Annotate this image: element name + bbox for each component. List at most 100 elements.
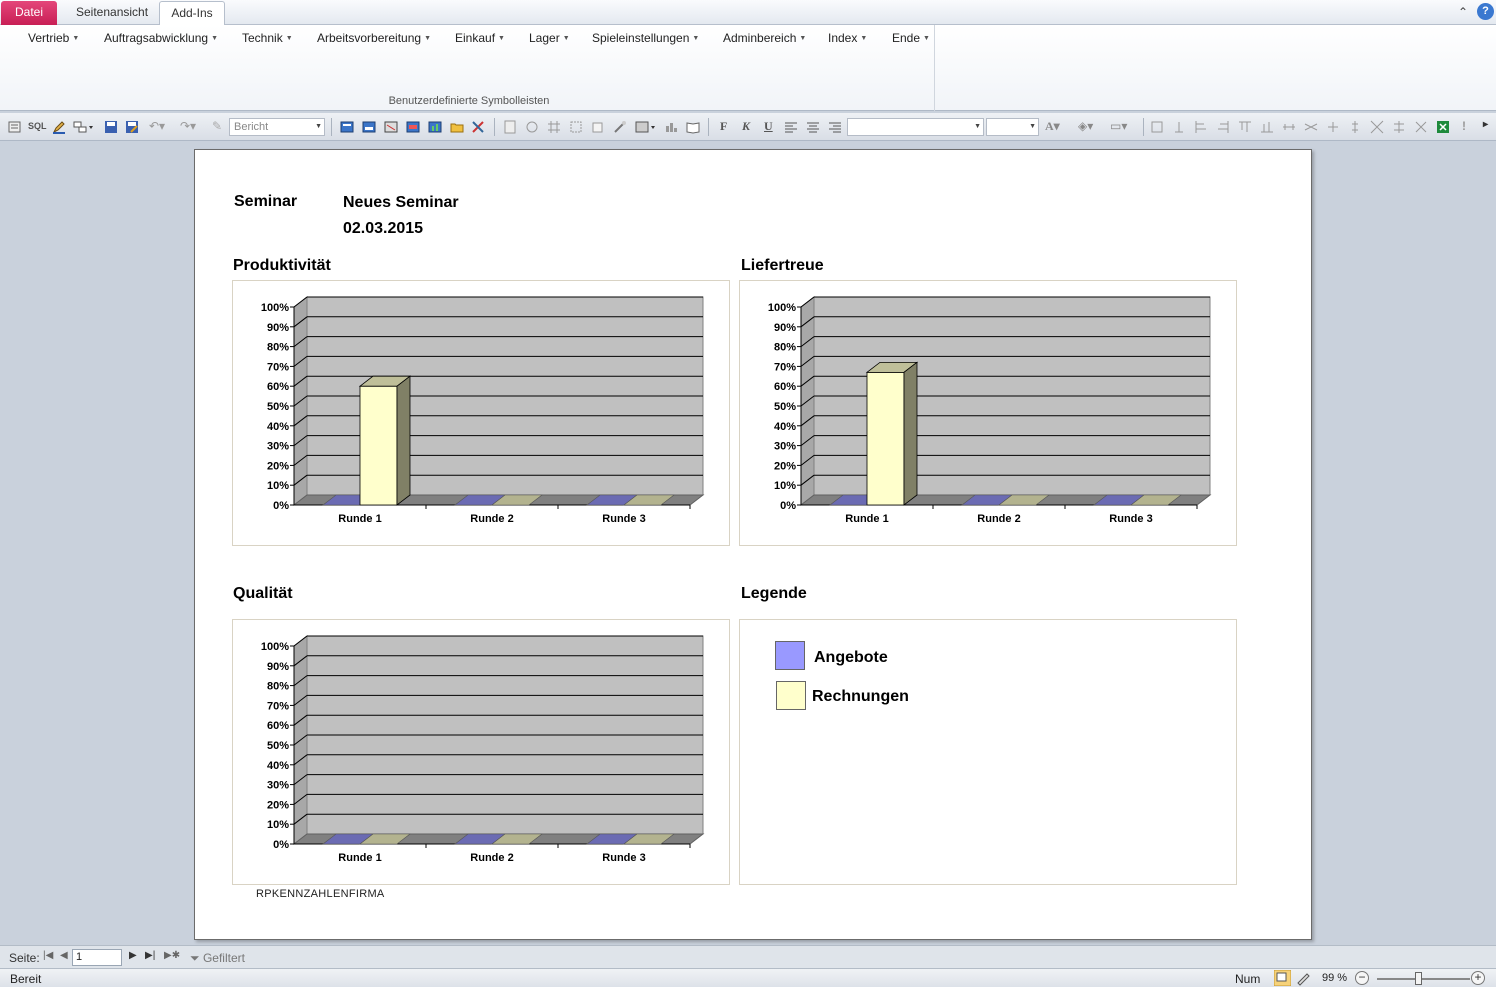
fill-color-icon[interactable]: ◈▾ — [1078, 119, 1093, 133]
y-tick-label: 70% — [774, 361, 796, 373]
frame-icon[interactable] — [591, 120, 605, 134]
italic-button[interactable]: K — [742, 119, 750, 134]
vertical-spacing-icon[interactable] — [1348, 120, 1362, 134]
help-icon[interactable]: ? — [1477, 3, 1494, 20]
font-size-combo[interactable]: ▼ — [986, 118, 1039, 136]
size-icon[interactable] — [1172, 120, 1186, 134]
layout-view-icon[interactable] — [362, 120, 376, 134]
design-view-status-icon[interactable] — [1295, 970, 1312, 986]
menu-technik[interactable]: Technik ▼ — [242, 31, 293, 45]
insert-page-icon[interactable] — [503, 120, 517, 134]
seminar-date: 02.03.2015 — [343, 220, 424, 237]
bold-button[interactable]: F — [720, 119, 727, 134]
dropdown-arrow-icon: ▼ — [923, 35, 930, 42]
align-center-icon[interactable] — [806, 120, 820, 134]
status-text: Bereit — [10, 972, 42, 986]
next-page-icon[interactable]: ▶ — [129, 950, 137, 961]
underline-button[interactable]: U — [764, 119, 773, 134]
previous-page-icon[interactable]: ◀ — [60, 950, 68, 961]
vertical-spacing-increase-icon[interactable] — [1370, 120, 1384, 134]
chart-view-icon[interactable] — [428, 120, 442, 134]
align-right-icon[interactable] — [828, 120, 842, 134]
menu-vertrieb[interactable]: Vertrieb ▼ — [28, 31, 79, 45]
report-view-icon[interactable] — [340, 120, 354, 134]
tab-datei[interactable]: Datei — [1, 1, 57, 25]
filter-toggle[interactable]: ⏷ Gefiltert — [190, 951, 245, 966]
new-record-icon[interactable]: ▶✱ — [164, 950, 180, 961]
spacing-icon[interactable] — [1282, 120, 1296, 134]
wand-icon[interactable] — [613, 120, 627, 134]
book-icon[interactable] — [686, 120, 700, 134]
zoom-slider-thumb[interactable] — [1415, 972, 1422, 985]
object-combo[interactable]: Bericht ▼ — [229, 118, 325, 136]
layout-icon[interactable] — [73, 120, 95, 134]
legend-label-rechnungen: Rechnungen — [812, 688, 909, 705]
custom-toolbars-group: Vertrieb ▼ Auftragsabwicklung ▼ Technik ▼ A… — [3, 25, 935, 111]
refresh-icon[interactable] — [525, 120, 539, 134]
folder-icon[interactable] — [450, 120, 464, 134]
save-icon[interactable] — [104, 120, 118, 134]
menu-auftragsabwicklung[interactable]: Auftragsabwicklung ▼ — [104, 31, 218, 45]
y-tick-label: 80% — [267, 342, 289, 354]
last-page-icon[interactable]: ▶| — [145, 950, 155, 961]
menu-arbeitsvorbereitung[interactable]: Arbeitsvorbereitung ▼ — [317, 31, 431, 45]
zoom-slider[interactable] — [1377, 978, 1470, 980]
tab-add-ins[interactable]: Add-Ins — [159, 1, 225, 26]
record-navigation-bar: Seite: |◀ ◀ 1 ▶ ▶| ▶✱ ⏷ Gefiltert — [0, 945, 1496, 968]
spacing-decrease-icon[interactable] — [1326, 120, 1340, 134]
toolbar-overflow-icon[interactable]: ▸ — [1483, 119, 1488, 130]
filter-icon: ⏷ — [190, 951, 203, 965]
chart-title-produktivitaet: Produktivität — [233, 257, 331, 274]
tools-icon[interactable] — [471, 120, 485, 134]
spacing-increase-icon[interactable] — [1304, 120, 1318, 134]
menu-einkauf[interactable]: Einkauf ▼ — [455, 31, 505, 45]
design-view-icon[interactable] — [8, 120, 22, 134]
form-view-icon[interactable] — [406, 120, 420, 134]
legend-swatch-rechnungen — [776, 681, 806, 710]
align-right-edge-icon[interactable] — [1216, 120, 1230, 134]
edit-pencil-icon[interactable] — [52, 120, 66, 134]
tab-seitenansicht[interactable]: Seitenansicht — [62, 1, 162, 25]
print-preview-view-icon[interactable] — [1274, 970, 1291, 986]
delete-format-icon[interactable] — [1414, 120, 1428, 134]
align-top-edge-icon[interactable] — [1238, 120, 1252, 134]
menu-label: Index — [828, 31, 858, 45]
select-icon[interactable] — [569, 120, 583, 134]
vertical-spacing-decrease-icon[interactable] — [1392, 120, 1406, 134]
align-left-icon[interactable] — [784, 120, 798, 134]
excel-export-icon[interactable] — [1436, 120, 1450, 134]
align-bottom-edge-icon[interactable] — [1260, 120, 1274, 134]
sql-view-icon[interactable]: SQL — [28, 121, 47, 131]
menu-adminbereich[interactable]: Adminbereich ▼ — [723, 31, 806, 45]
dropdown-arrow-icon: ▼ — [860, 35, 868, 42]
first-page-icon[interactable]: |◀ — [43, 950, 53, 961]
legend-label-angebote: Angebote — [814, 649, 888, 666]
print-preview-icon[interactable] — [384, 120, 398, 134]
zoom-out-button[interactable]: − — [1355, 971, 1369, 985]
minimize-ribbon-icon[interactable]: ⌃ — [1458, 5, 1468, 19]
format-painter-icon[interactable]: ✎ — [212, 119, 222, 133]
font-color-icon[interactable]: A▾ — [1045, 119, 1060, 134]
properties-icon[interactable] — [635, 120, 657, 134]
y-tick-label: 90% — [267, 322, 289, 334]
y-tick-label: 20% — [267, 460, 289, 472]
x-tick-label: Runde 2 — [977, 513, 1020, 525]
menu-spieleinstellungen[interactable]: Spieleinstellungen ▼ — [592, 31, 699, 45]
align-left-edge-icon[interactable] — [1194, 120, 1208, 134]
menu-index[interactable]: Index ▼ — [828, 31, 867, 45]
line-color-icon[interactable]: ▭▾ — [1110, 119, 1127, 133]
undo-icon[interactable]: ↶▾ — [149, 119, 165, 133]
font-combo[interactable]: ▼ — [847, 118, 984, 136]
y-tick-label: 60% — [774, 381, 796, 393]
page-number-input[interactable]: 1 — [72, 949, 122, 966]
chart-title-qualitaet: Qualität — [233, 585, 293, 602]
bar-chart-icon[interactable] — [664, 120, 678, 134]
save-as-icon[interactable] — [125, 120, 139, 134]
redo-icon[interactable]: ↷▾ — [180, 119, 196, 133]
menu-ende[interactable]: Ende ▼ — [892, 31, 930, 45]
menu-lager[interactable]: Lager ▼ — [529, 31, 570, 45]
info-icon[interactable]: ! — [1462, 119, 1466, 133]
align-top-icon[interactable] — [1150, 120, 1164, 134]
zoom-in-button[interactable]: + — [1471, 971, 1485, 985]
grid-icon[interactable] — [547, 120, 561, 134]
